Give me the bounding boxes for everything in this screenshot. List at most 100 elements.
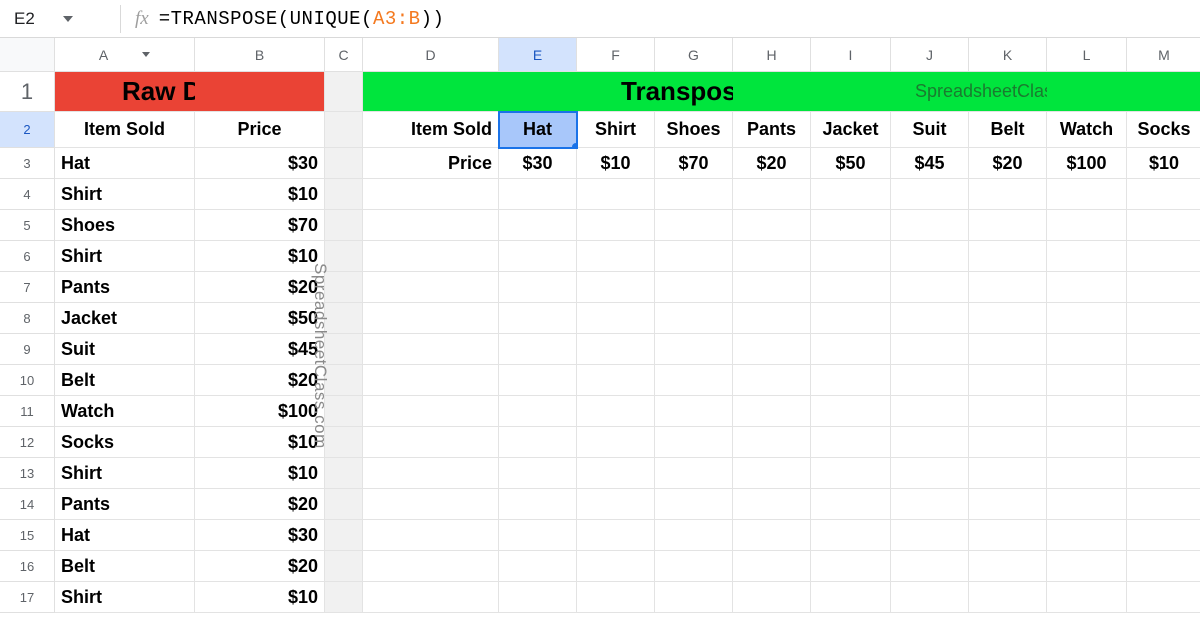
cell-L10[interactable] bbox=[1047, 365, 1127, 396]
row-header-10[interactable]: 10 bbox=[0, 365, 55, 396]
cell-K4[interactable] bbox=[969, 179, 1047, 210]
transposed-price-8[interactable]: $10 bbox=[1127, 148, 1200, 179]
cell-B6[interactable]: $10 bbox=[195, 241, 325, 272]
cell-B8[interactable]: $50 bbox=[195, 303, 325, 334]
cell-L1[interactable] bbox=[1047, 72, 1127, 112]
cell-I13[interactable] bbox=[811, 458, 891, 489]
column-header-H[interactable]: H bbox=[733, 38, 811, 72]
cell-G17[interactable] bbox=[655, 582, 733, 613]
cell-H1[interactable] bbox=[733, 72, 811, 112]
cell-L8[interactable] bbox=[1047, 303, 1127, 334]
cell-E8[interactable] bbox=[499, 303, 577, 334]
cell-L14[interactable] bbox=[1047, 489, 1127, 520]
cell-C13[interactable] bbox=[325, 458, 363, 489]
cell-H5[interactable] bbox=[733, 210, 811, 241]
cell-B13[interactable]: $10 bbox=[195, 458, 325, 489]
cell-H10[interactable] bbox=[733, 365, 811, 396]
row-header-14[interactable]: 14 bbox=[0, 489, 55, 520]
cell-D14[interactable] bbox=[363, 489, 499, 520]
cell-K5[interactable] bbox=[969, 210, 1047, 241]
cell-I8[interactable] bbox=[811, 303, 891, 334]
cell-K7[interactable] bbox=[969, 272, 1047, 303]
cell-J6[interactable] bbox=[891, 241, 969, 272]
cell-L4[interactable] bbox=[1047, 179, 1127, 210]
cell-M9[interactable] bbox=[1127, 334, 1200, 365]
cell-K17[interactable] bbox=[969, 582, 1047, 613]
row-header-2[interactable]: 2 bbox=[0, 112, 55, 148]
cell-I7[interactable] bbox=[811, 272, 891, 303]
cell-F8[interactable] bbox=[577, 303, 655, 334]
transposed-price-0[interactable]: $30 bbox=[499, 148, 577, 179]
transposed-price-4[interactable]: $50 bbox=[811, 148, 891, 179]
cell-E9[interactable] bbox=[499, 334, 577, 365]
cell-I10[interactable] bbox=[811, 365, 891, 396]
column-header-F[interactable]: F bbox=[577, 38, 655, 72]
row-header-15[interactable]: 15 bbox=[0, 520, 55, 551]
cell-G1[interactable]: Transposed bbox=[655, 72, 733, 112]
cell-M1[interactable] bbox=[1127, 72, 1200, 112]
column-header-C[interactable]: C bbox=[325, 38, 363, 72]
transposed-price-7[interactable]: $100 bbox=[1047, 148, 1127, 179]
cell-E16[interactable] bbox=[499, 551, 577, 582]
cell-K6[interactable] bbox=[969, 241, 1047, 272]
cell-F12[interactable] bbox=[577, 427, 655, 458]
cell-C11[interactable] bbox=[325, 396, 363, 427]
cell-D7[interactable] bbox=[363, 272, 499, 303]
cell-J16[interactable] bbox=[891, 551, 969, 582]
transposed-item-1[interactable]: Shirt bbox=[577, 112, 655, 148]
cell-C6[interactable] bbox=[325, 241, 363, 272]
cell-M5[interactable] bbox=[1127, 210, 1200, 241]
cell-H15[interactable] bbox=[733, 520, 811, 551]
row-header-16[interactable]: 16 bbox=[0, 551, 55, 582]
row-header-9[interactable]: 9 bbox=[0, 334, 55, 365]
cell-F9[interactable] bbox=[577, 334, 655, 365]
cell-A14[interactable]: Pants bbox=[55, 489, 195, 520]
cell-H16[interactable] bbox=[733, 551, 811, 582]
cell-C3[interactable] bbox=[325, 148, 363, 179]
cell-L11[interactable] bbox=[1047, 396, 1127, 427]
column-header-M[interactable]: M bbox=[1127, 38, 1200, 72]
cell-F11[interactable] bbox=[577, 396, 655, 427]
column-header-K[interactable]: K bbox=[969, 38, 1047, 72]
cell-D1[interactable] bbox=[363, 72, 499, 112]
column-header-A[interactable]: A bbox=[55, 38, 195, 72]
cell-H13[interactable] bbox=[733, 458, 811, 489]
cell-B11[interactable]: $100 bbox=[195, 396, 325, 427]
transposed-price-5[interactable]: $45 bbox=[891, 148, 969, 179]
cell-K12[interactable] bbox=[969, 427, 1047, 458]
cell-G12[interactable] bbox=[655, 427, 733, 458]
transposed-label-item[interactable]: Item Sold bbox=[363, 112, 499, 148]
cell-G14[interactable] bbox=[655, 489, 733, 520]
cell-G16[interactable] bbox=[655, 551, 733, 582]
cell-D8[interactable] bbox=[363, 303, 499, 334]
spreadsheet-grid[interactable]: ABCDEFGHIJKLM1Raw DataTransposedSpreadsh… bbox=[0, 38, 1200, 613]
cell-D16[interactable] bbox=[363, 551, 499, 582]
select-all-corner[interactable] bbox=[0, 38, 55, 72]
cell-L15[interactable] bbox=[1047, 520, 1127, 551]
cell-C9[interactable] bbox=[325, 334, 363, 365]
cell-K1[interactable]: SpreadsheetClass.com bbox=[969, 72, 1047, 112]
cell-I15[interactable] bbox=[811, 520, 891, 551]
cell-A13[interactable]: Shirt bbox=[55, 458, 195, 489]
row-header-4[interactable]: 4 bbox=[0, 179, 55, 210]
cell-D6[interactable] bbox=[363, 241, 499, 272]
formula-input[interactable]: =TRANSPOSE(UNIQUE(A3:B)) bbox=[159, 8, 445, 30]
cell-J10[interactable] bbox=[891, 365, 969, 396]
cell-G8[interactable] bbox=[655, 303, 733, 334]
cell-K10[interactable] bbox=[969, 365, 1047, 396]
row-header-1[interactable]: 1 bbox=[0, 72, 55, 112]
cell-C15[interactable] bbox=[325, 520, 363, 551]
row-header-5[interactable]: 5 bbox=[0, 210, 55, 241]
cell-L9[interactable] bbox=[1047, 334, 1127, 365]
cell-A17[interactable]: Shirt bbox=[55, 582, 195, 613]
cell-A3[interactable]: Hat bbox=[55, 148, 195, 179]
cell-L7[interactable] bbox=[1047, 272, 1127, 303]
cell-L6[interactable] bbox=[1047, 241, 1127, 272]
cell-M17[interactable] bbox=[1127, 582, 1200, 613]
cell-I5[interactable] bbox=[811, 210, 891, 241]
cell-A5[interactable]: Shoes bbox=[55, 210, 195, 241]
cell-B12[interactable]: $10 bbox=[195, 427, 325, 458]
cell-I11[interactable] bbox=[811, 396, 891, 427]
cell-K15[interactable] bbox=[969, 520, 1047, 551]
cell-A7[interactable]: Pants bbox=[55, 272, 195, 303]
